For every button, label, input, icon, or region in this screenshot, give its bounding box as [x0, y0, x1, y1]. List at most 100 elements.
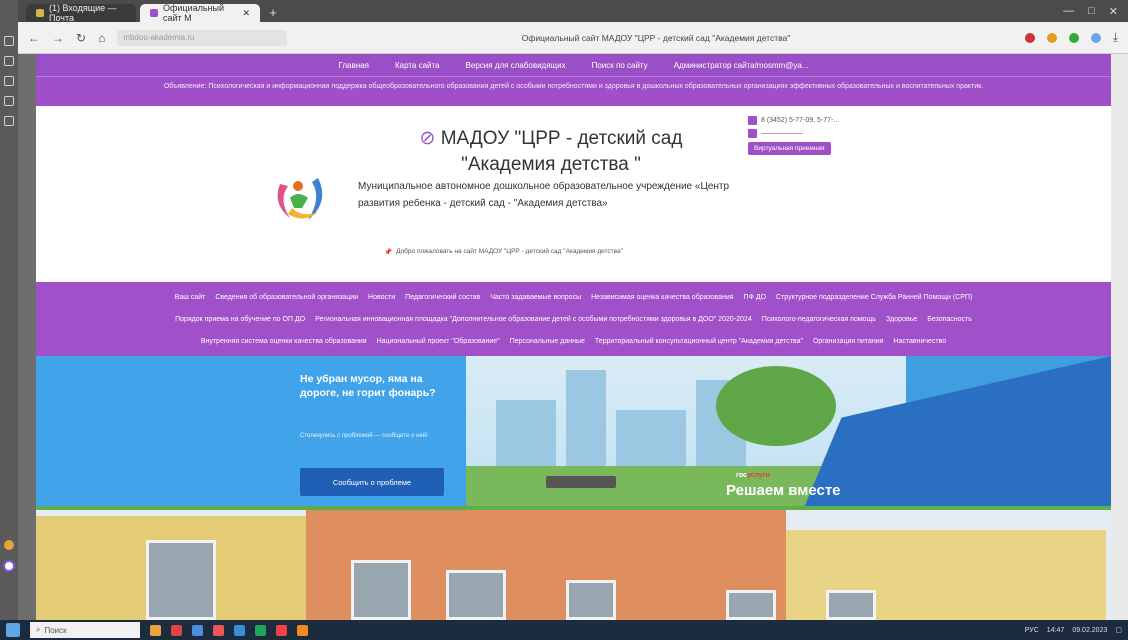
- maximize-button[interactable]: □: [1088, 5, 1095, 18]
- gosuslugi-banner[interactable]: Не убран мусор, яма на дороге, не горит …: [36, 356, 1111, 510]
- virtual-reception-button[interactable]: Виртуальная приемная: [748, 142, 831, 155]
- panel-icon[interactable]: [4, 76, 14, 86]
- menu-item[interactable]: Региональная инновационная площадка "Доп…: [315, 316, 752, 323]
- home-icon[interactable]: ⌂: [98, 31, 105, 45]
- site-title: ⊘ МАДОУ "ЦРР - детский сад "Академия дет…: [419, 128, 683, 175]
- menu-item[interactable]: Часто задаваемые вопросы: [490, 294, 581, 301]
- email-icon: [748, 129, 757, 138]
- notification-icon[interactable]: ▢: [1115, 626, 1122, 634]
- welcome-text: 📌 Добро пожаловать на сайт МАДОУ "ЦРР - …: [384, 248, 623, 256]
- menu-item[interactable]: Сведения об образовательной организации: [215, 294, 358, 301]
- app-icon[interactable]: [171, 624, 182, 636]
- menu-item[interactable]: Новости: [368, 294, 395, 301]
- menu-item[interactable]: ПФ ДО: [744, 294, 766, 301]
- menu-item[interactable]: Территориальный консультационный центр "…: [595, 338, 803, 345]
- nav-accessibility[interactable]: Версия для слабовидящих: [466, 61, 566, 70]
- gosuslugi-logo: госуслуги: [736, 472, 770, 479]
- explorer-icon[interactable]: [150, 624, 161, 636]
- browser-toolbar: ← → ↻ ⌂ mbdou-akademia.ru Официальный са…: [18, 22, 1128, 54]
- windows-taskbar: ⌕ Поиск РУС 14:47 09.02.2023 ▢: [0, 620, 1128, 640]
- window: [566, 580, 616, 620]
- tray-date[interactable]: 09.02.2023: [1072, 627, 1107, 634]
- close-tab-icon[interactable]: ✕: [242, 8, 250, 19]
- announcement: Объявление: Психологическая и информацио…: [36, 76, 1111, 106]
- assistant-icon[interactable]: [3, 560, 15, 572]
- bench-illustration: [546, 476, 616, 488]
- user-avatar-icon[interactable]: [4, 540, 14, 550]
- nav-home[interactable]: Главная: [339, 61, 369, 70]
- menu-row: Внутренняя система оценки качества образ…: [50, 338, 1097, 345]
- start-button[interactable]: [6, 623, 20, 637]
- site-subtitle: Муниципальное автономное дошкольное обра…: [358, 181, 730, 209]
- nav-search[interactable]: Поиск по сайту: [592, 61, 648, 70]
- add-panel-icon[interactable]: [4, 96, 14, 106]
- menu-item[interactable]: Наставничество: [893, 338, 946, 345]
- browser-icon[interactable]: [192, 624, 203, 636]
- tab-site[interactable]: Официальный сайт М ✕: [140, 3, 260, 23]
- download-icon[interactable]: ⤓: [1113, 30, 1118, 45]
- bookmarks-icon[interactable]: [4, 56, 14, 66]
- banner-subtext: Столкнулись с проблемой — сообщите о ней…: [300, 433, 428, 439]
- menu-item[interactable]: Психолого-педагогическая помощь: [762, 316, 876, 323]
- window-controls: — □ ✕: [1063, 5, 1128, 22]
- nav-admin[interactable]: Администратор сайта/mosmm@ya...: [674, 61, 809, 70]
- bookmark-icon[interactable]: [1090, 32, 1101, 43]
- building-photo: [36, 510, 1111, 620]
- nav-sitemap[interactable]: Карта сайта: [395, 61, 440, 70]
- menu-item[interactable]: Персональные данные: [510, 338, 585, 345]
- menu-item[interactable]: Ваш сайт: [175, 294, 206, 301]
- phone-icon: [748, 116, 757, 125]
- site-favicon-icon: [150, 9, 158, 17]
- banner-slogan: Решаем вместе: [726, 482, 841, 499]
- menu-item[interactable]: Порядок приема на обучение по ОП ДО: [175, 316, 305, 323]
- taskbar-search[interactable]: ⌕ Поиск: [30, 622, 140, 638]
- extension-icon[interactable]: [1024, 32, 1035, 43]
- back-arrow-icon[interactable]: ←: [28, 31, 40, 45]
- menu-item[interactable]: Безопасность: [927, 316, 972, 323]
- new-tab-button[interactable]: +: [264, 4, 282, 22]
- tray-language[interactable]: РУС: [1025, 627, 1039, 634]
- web-page: Главная Карта сайта Версия для слабовидя…: [36, 54, 1111, 620]
- window: [351, 560, 411, 620]
- page-scroll-area[interactable]: [1111, 54, 1128, 620]
- menu-item[interactable]: Национальный проект "Образование": [377, 338, 500, 345]
- window: [446, 570, 506, 620]
- tree-illustration: [716, 366, 836, 446]
- notes-icon[interactable]: [4, 116, 14, 126]
- window: [146, 540, 216, 620]
- menu-item[interactable]: Структурное подразделение Служба Ранней …: [776, 294, 972, 301]
- word-icon[interactable]: [234, 624, 245, 636]
- extension-icon[interactable]: [1046, 32, 1057, 43]
- address-bar[interactable]: mbdou-akademia.ru: [117, 29, 288, 46]
- menu-item[interactable]: Организация питания: [813, 338, 883, 345]
- menu-item[interactable]: Педагогический состав: [405, 294, 480, 301]
- site-header: ⊘ МАДОУ "ЦРР - детский сад "Академия дет…: [36, 106, 1111, 282]
- menu-item[interactable]: Здоровье: [886, 316, 917, 323]
- tab-bar: (1) Входящие — Почта Официальный сайт М …: [18, 0, 1128, 23]
- search-icon: ⌕: [36, 625, 41, 634]
- report-problem-button[interactable]: Сообщить о проблеме: [300, 468, 444, 496]
- window: [726, 590, 776, 620]
- reload-icon[interactable]: ↻: [76, 31, 86, 45]
- contact-email[interactable]: ——————: [761, 130, 803, 137]
- tab-label: Официальный сайт М: [163, 3, 225, 23]
- menu-item[interactable]: Внутренняя система оценки качества образ…: [201, 338, 367, 345]
- tray-time[interactable]: 14:47: [1047, 627, 1065, 634]
- forward-arrow-icon[interactable]: →: [52, 31, 64, 45]
- menu-item[interactable]: Независимая оценка качества образования: [591, 294, 733, 301]
- excel-icon[interactable]: [255, 624, 266, 636]
- main-menu: Ваш сайт Сведения об образовательной орг…: [36, 282, 1111, 356]
- check-circle-icon: ⊘: [419, 128, 441, 149]
- close-window-button[interactable]: ✕: [1109, 5, 1118, 18]
- tab-label: (1) Входящие — Почта: [49, 3, 117, 23]
- app-icon[interactable]: [213, 624, 224, 636]
- history-icon[interactable]: [4, 36, 14, 46]
- shield-icon[interactable]: [1068, 32, 1079, 43]
- page-title-bar: Официальный сайт МАДОУ "ЦРР - детский са…: [521, 32, 791, 43]
- browser-sidebar: [0, 0, 18, 620]
- app-icon[interactable]: [297, 624, 308, 636]
- tab-mail[interactable]: (1) Входящие — Почта: [26, 3, 136, 23]
- minimize-button[interactable]: —: [1063, 5, 1074, 18]
- app-icon[interactable]: [276, 624, 287, 636]
- contact-phone: 8 (3452) 5-77-09, 5-77-...: [761, 117, 840, 124]
